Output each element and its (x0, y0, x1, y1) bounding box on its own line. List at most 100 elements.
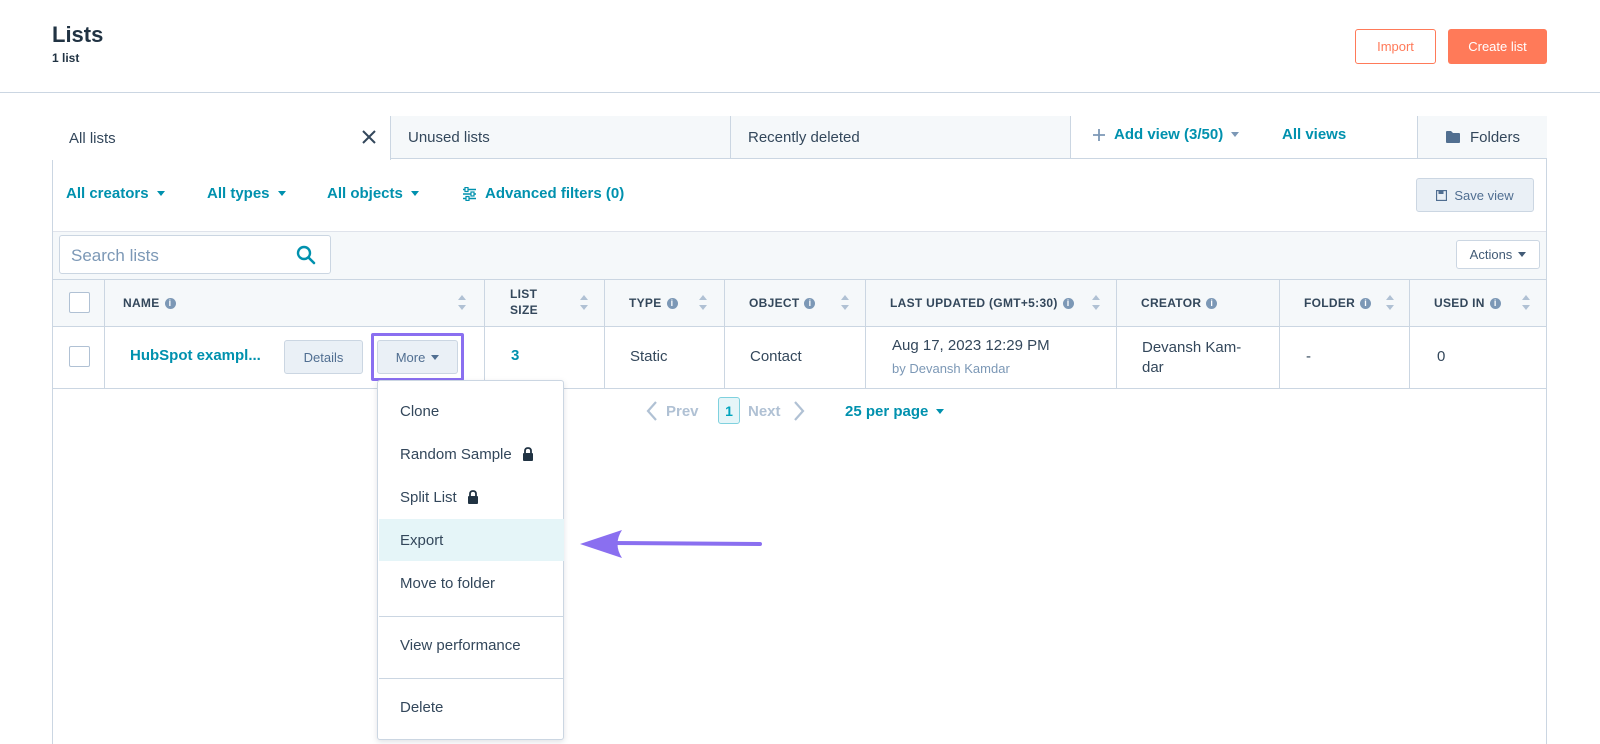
chevron-left-icon (646, 401, 657, 421)
menu-item-clone[interactable]: Clone (379, 390, 564, 432)
prev-label: Prev (666, 402, 699, 420)
chevron-down-icon (410, 191, 419, 196)
sort-icon[interactable] (580, 294, 588, 312)
close-icon[interactable] (360, 128, 378, 146)
save-icon (1436, 189, 1448, 201)
info-icon[interactable]: i (666, 297, 678, 309)
chevron-down-icon (156, 191, 165, 196)
column-header-object[interactable]: OBJECT i (749, 296, 816, 310)
menu-item-delete[interactable]: Delete (379, 686, 564, 728)
tab-all-lists[interactable]: All lists (52, 116, 391, 160)
column-header-name[interactable]: NAME i (123, 296, 176, 310)
folder-cell: - (1306, 348, 1311, 365)
column-divider (724, 279, 725, 389)
search-placeholder: Search lists (71, 246, 159, 265)
info-icon[interactable]: i (1360, 297, 1372, 309)
column-label: LAST UPDATED (GMT+5:30) (890, 296, 1058, 310)
menu-item-view-performance[interactable]: View performance (379, 624, 564, 666)
search-icon[interactable] (296, 245, 316, 265)
filter-objects[interactable]: All objects (327, 185, 419, 202)
prev-page-button[interactable]: Prev (646, 398, 699, 424)
all-views-link[interactable]: All views (1282, 126, 1346, 143)
column-divider (1279, 279, 1280, 389)
sort-icon[interactable] (1092, 294, 1100, 312)
info-icon[interactable]: i (164, 297, 176, 309)
lock-icon (522, 447, 533, 461)
creator-cell: Devansh Kam-dar (1142, 339, 1242, 376)
current-page[interactable]: 1 (718, 397, 740, 424)
menu-item-label: Random Sample (400, 445, 512, 463)
filter-creators[interactable]: All creators (66, 185, 165, 202)
column-header-creator[interactable]: CREATOR i (1141, 296, 1218, 310)
column-divider (484, 279, 485, 389)
column-label: OBJECT (749, 296, 800, 310)
menu-item-split-list[interactable]: Split List (379, 476, 564, 518)
info-icon[interactable]: i (1062, 297, 1074, 309)
filter-types[interactable]: All types (207, 185, 286, 202)
menu-item-label: Clone (400, 402, 440, 420)
tab-label: Unused lists (408, 128, 490, 146)
annotation-arrow-icon (580, 530, 762, 558)
tab-recently-deleted[interactable]: Recently deleted (731, 116, 1071, 159)
advanced-filters-label: Advanced filters (0) (485, 185, 625, 202)
filter-label: All types (207, 185, 270, 202)
create-list-button[interactable]: Create list (1448, 29, 1547, 64)
lock-icon (467, 490, 478, 504)
advanced-filters-button[interactable]: Advanced filters (0) (462, 185, 624, 202)
info-icon[interactable]: i (1206, 297, 1218, 309)
column-label: NAME (123, 296, 160, 310)
sort-icon[interactable] (1522, 294, 1530, 312)
menu-item-label: Export (400, 531, 444, 549)
column-label: USED IN (1434, 296, 1485, 310)
column-header-list-size[interactable]: LIST SIZE (510, 287, 538, 317)
menu-item-random-sample[interactable]: Random Sample (379, 433, 564, 475)
chevron-down-icon (431, 354, 440, 360)
menu-item-label: Split List (400, 488, 457, 506)
list-name-link[interactable]: HubSpot exampl... (130, 347, 261, 364)
column-header-type[interactable]: TYPE i (629, 296, 678, 310)
sort-icon[interactable] (699, 294, 707, 312)
column-header-last-updated[interactable]: LAST UPDATED (GMT+5:30) i (890, 296, 1074, 310)
list-size-link[interactable]: 3 (511, 347, 519, 364)
actions-button[interactable]: Actions (1456, 240, 1540, 269)
menu-item-label: Move to folder (400, 574, 496, 592)
menu-divider (379, 678, 564, 679)
folders-button[interactable]: Folders (1417, 116, 1547, 159)
column-label-line2: SIZE (510, 303, 538, 317)
lists-panel (52, 116, 1547, 744)
more-label: More (395, 349, 426, 365)
per-page-dropdown[interactable]: 25 per page (845, 398, 945, 424)
used-in-cell: 0 (1437, 348, 1446, 365)
add-view-button[interactable]: Add view (3/50) (1092, 126, 1240, 143)
save-view-button[interactable]: Save view (1416, 178, 1534, 212)
tab-unused-lists[interactable]: Unused lists (391, 116, 731, 159)
chevron-down-icon (277, 191, 286, 196)
search-input[interactable]: Search lists (59, 235, 331, 274)
column-header-used-in[interactable]: USED IN i (1434, 296, 1501, 310)
select-all-checkbox[interactable] (69, 292, 90, 313)
object-cell: Contact (750, 348, 802, 365)
add-view-label: Add view (3/50) (1114, 126, 1224, 143)
more-button[interactable]: More (377, 340, 458, 374)
menu-item-label: View performance (400, 636, 521, 654)
column-header-folder[interactable]: FOLDER i (1304, 296, 1372, 310)
details-button[interactable]: Details (284, 340, 363, 374)
sort-icon[interactable] (841, 294, 849, 312)
plus-icon (1093, 128, 1105, 141)
tab-label: Recently deleted (748, 128, 860, 146)
menu-item-move-to-folder[interactable]: Move to folder (379, 562, 564, 604)
sort-icon[interactable] (458, 294, 466, 312)
column-label-line1: LIST (510, 287, 538, 301)
filter-label: All objects (327, 185, 403, 202)
column-divider (604, 279, 605, 389)
chevron-down-icon (1231, 132, 1240, 137)
import-button[interactable]: Import (1355, 29, 1436, 64)
info-icon[interactable]: i (1489, 297, 1501, 309)
next-page-button[interactable]: Next (748, 398, 805, 424)
row-checkbox[interactable] (69, 346, 90, 367)
type-cell: Static (630, 348, 668, 365)
sort-icon[interactable] (1386, 294, 1394, 312)
info-icon[interactable]: i (804, 297, 816, 309)
menu-item-export[interactable]: Export (379, 519, 564, 561)
save-view-label: Save view (1454, 187, 1514, 203)
